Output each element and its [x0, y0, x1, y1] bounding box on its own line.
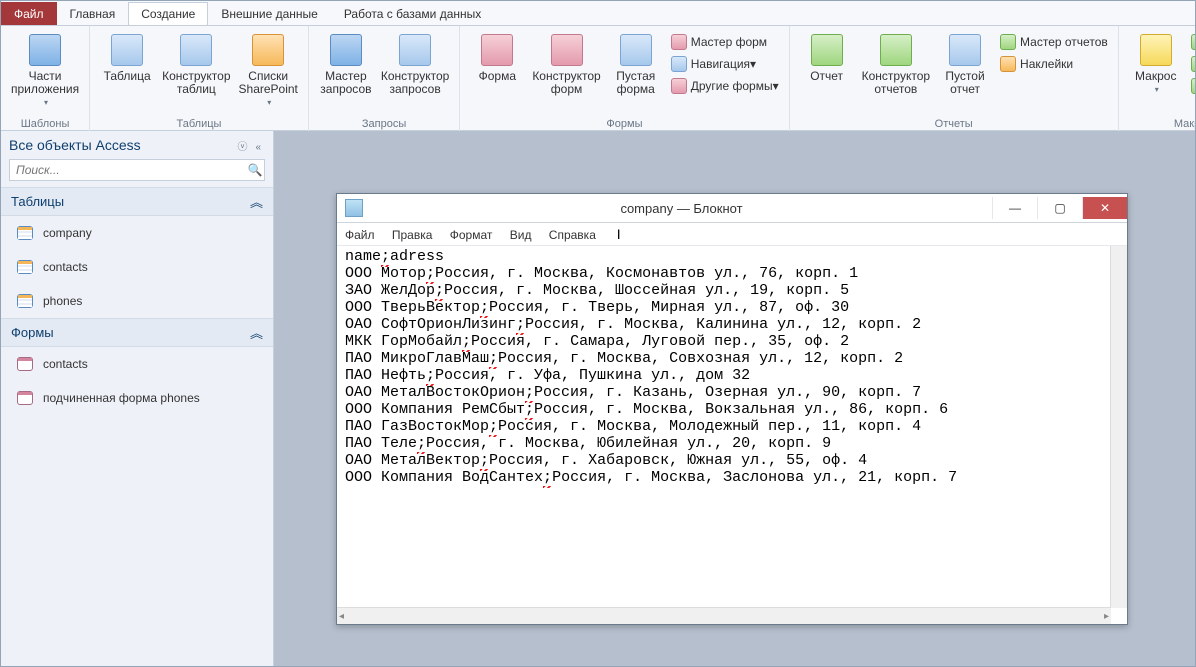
form-wizard-icon	[671, 34, 687, 50]
nav-table-contacts[interactable]: contacts	[1, 250, 273, 284]
sharepoint-icon	[252, 34, 284, 66]
mdi-canvas: company — Блокнот — ▢ ✕ Файл Правка Форм…	[274, 131, 1195, 666]
navigation-button[interactable]: Навигация▾	[667, 54, 783, 74]
group-reports-label: Отчеты	[796, 116, 1112, 132]
chevron-up-icon: ︽	[250, 192, 263, 211]
table-button[interactable]: Таблица	[96, 28, 158, 85]
group-forms-label: Формы	[466, 116, 782, 132]
table-design-icon	[180, 34, 212, 66]
tab-external-data[interactable]: Внешние данные	[208, 2, 331, 25]
menu-view[interactable]: Вид	[510, 228, 532, 242]
group-queries-label: Запросы	[315, 116, 453, 132]
nav-dropdown-icon[interactable]: ⓥ	[237, 142, 247, 153]
notepad-icon	[345, 199, 363, 217]
sharepoint-lists-button[interactable]: Списки SharePoint▾	[235, 28, 302, 111]
scroll-right-icon[interactable]: ▸	[1104, 611, 1109, 622]
table-icon	[17, 294, 33, 308]
navigation-icon	[671, 56, 687, 72]
more-forms-icon	[671, 78, 687, 94]
tab-file[interactable]: Файл	[1, 2, 57, 25]
nav-table-company[interactable]: company	[1, 216, 273, 250]
table-icon	[17, 260, 33, 274]
application-parts-icon	[29, 34, 61, 66]
nav-title[interactable]: Все объекты Access	[9, 137, 141, 153]
nav-collapse-icon[interactable]: «	[255, 142, 261, 153]
labels-button[interactable]: Наклейки	[996, 54, 1112, 74]
nav-form-item[interactable]: подчиненная форма phones	[1, 381, 273, 415]
table-icon	[17, 226, 33, 240]
nav-section-forms[interactable]: Формы︽	[1, 318, 273, 347]
module-icon	[1191, 34, 1196, 50]
menu-help[interactable]: Справка	[549, 228, 596, 242]
table-icon	[111, 34, 143, 66]
group-macros-label: Макросы и код	[1125, 116, 1196, 132]
nav-section-tables[interactable]: Таблицы︽	[1, 187, 273, 216]
scroll-left-icon[interactable]: ◂	[339, 611, 344, 622]
blank-form-icon	[620, 34, 652, 66]
form-wizard-button[interactable]: Мастер форм	[667, 32, 783, 52]
menu-edit[interactable]: Правка	[392, 228, 433, 242]
class-module-button[interactable]: Модуль класса	[1187, 54, 1196, 74]
blank-form-button[interactable]: Пустая форма	[605, 28, 667, 98]
report-design-icon	[880, 34, 912, 66]
nav-search-input[interactable]	[10, 160, 246, 180]
visual-basic-icon	[1191, 78, 1196, 94]
nav-search[interactable]: 🔍	[9, 159, 265, 181]
report-wizard-button[interactable]: Мастер отчетов	[996, 32, 1112, 52]
module-button[interactable]: Модуль	[1187, 32, 1196, 52]
tab-database-tools[interactable]: Работа с базами данных	[331, 2, 494, 25]
query-wizard-button[interactable]: Мастер запросов	[315, 28, 377, 98]
ribbon: Части приложения▾ Шаблоны Таблица Констр…	[1, 26, 1195, 131]
macro-button[interactable]: Макрос▾	[1125, 28, 1187, 98]
group-templates-label: Шаблоны	[7, 116, 83, 132]
chevron-up-icon: ︽	[250, 323, 263, 342]
minimize-button[interactable]: —	[992, 197, 1037, 219]
form-icon	[17, 391, 33, 405]
report-wizard-icon	[1000, 34, 1016, 50]
notepad-title: company — Блокнот	[371, 201, 992, 216]
maximize-button[interactable]: ▢	[1037, 197, 1082, 219]
menu-format[interactable]: Формат	[450, 228, 493, 242]
blank-report-button[interactable]: Пустой отчет	[934, 28, 996, 98]
report-design-button[interactable]: Конструктор отчетов	[858, 28, 934, 98]
horizontal-scrollbar[interactable]: ◂▸	[337, 607, 1111, 624]
application-parts-button[interactable]: Части приложения▾	[7, 28, 83, 111]
vertical-scrollbar[interactable]	[1110, 246, 1127, 608]
report-icon	[811, 34, 843, 66]
nav-form-item[interactable]: contacts	[1, 347, 273, 381]
notepad-text-area[interactable]: name;adress ООО Мотор;Россия, г. Москва,…	[341, 246, 1111, 608]
query-wizard-icon	[330, 34, 362, 66]
form-icon	[481, 34, 513, 66]
search-icon[interactable]: 🔍	[246, 163, 264, 177]
form-design-button[interactable]: Конструктор форм	[528, 28, 604, 98]
group-tables-label: Таблицы	[96, 116, 302, 132]
report-button[interactable]: Отчет	[796, 28, 858, 85]
more-forms-button[interactable]: Другие формы▾	[667, 76, 783, 96]
blank-report-icon	[949, 34, 981, 66]
notepad-window[interactable]: company — Блокнот — ▢ ✕ Файл Правка Форм…	[336, 193, 1128, 625]
notepad-menubar: Файл Правка Формат Вид Справка I	[337, 223, 1127, 246]
query-design-icon	[399, 34, 431, 66]
labels-icon	[1000, 56, 1016, 72]
close-button[interactable]: ✕	[1082, 197, 1127, 219]
tab-home[interactable]: Главная	[57, 2, 129, 25]
nav-table-phones[interactable]: phones	[1, 284, 273, 318]
form-icon	[17, 357, 33, 371]
visual-basic-button[interactable]: Visual Basic	[1187, 76, 1196, 96]
tab-create[interactable]: Создание	[128, 2, 208, 25]
table-design-button[interactable]: Конструктор таблиц	[158, 28, 234, 98]
class-module-icon	[1191, 56, 1196, 72]
form-design-icon	[551, 34, 583, 66]
navigation-pane: Все объекты Access ⓥ « 🔍 Таблицы︽ company…	[1, 131, 274, 666]
macro-icon	[1140, 34, 1172, 66]
form-button[interactable]: Форма	[466, 28, 528, 85]
text-cursor-icon: I	[613, 226, 620, 242]
menu-file[interactable]: Файл	[345, 228, 375, 242]
query-design-button[interactable]: Конструктор запросов	[377, 28, 453, 98]
ribbon-tabstrip: Файл Главная Создание Внешние данные Раб…	[1, 1, 1195, 26]
